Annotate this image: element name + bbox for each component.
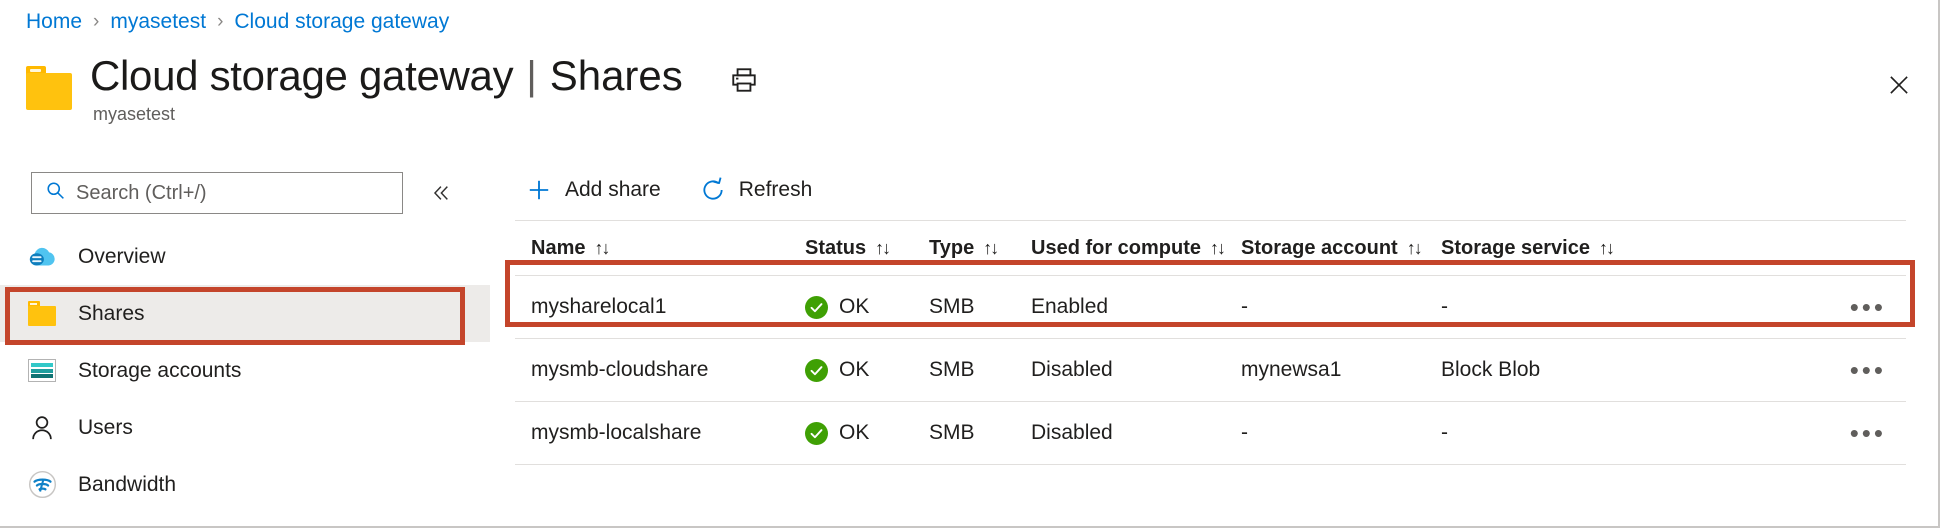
row-actions-button[interactable]: ••• — [1636, 428, 1906, 438]
cell-name[interactable]: mysharelocal1 — [515, 295, 805, 319]
cell-storage-service: - — [1441, 421, 1636, 445]
ellipsis-icon: ••• — [1850, 428, 1886, 438]
column-header-storage-service[interactable]: Storage service ↑↓ — [1441, 237, 1636, 260]
refresh-button[interactable]: Refresh — [699, 176, 813, 204]
refresh-icon — [699, 176, 727, 204]
cell-status: OK — [805, 421, 929, 445]
sort-icon[interactable]: ↑↓ — [875, 238, 889, 259]
sidebar-item-label: Users — [78, 416, 133, 440]
column-header-used-for-compute[interactable]: Used for compute ↑↓ — [1031, 237, 1241, 260]
sidebar-item-users[interactable]: Users — [0, 399, 490, 456]
cell-storage-account: mynewsa1 — [1241, 358, 1441, 382]
cell-storage-account: - — [1241, 295, 1441, 319]
azure-portal-blade: Home › myasetest › Cloud storage gateway… — [0, 0, 1940, 528]
breadcrumb-item-myasetest[interactable]: myasetest — [110, 8, 206, 36]
column-header-label: Name — [531, 237, 585, 260]
status-ok-icon — [805, 422, 828, 445]
sidebar-item-label: Bandwidth — [78, 473, 176, 497]
table-row[interactable]: mysmb-cloudshare OK SMB Disabled mynewsa… — [515, 339, 1906, 401]
cell-name[interactable]: mysmb-localshare — [515, 421, 805, 445]
cell-used-for-compute: Disabled — [1031, 358, 1241, 382]
storage-accounts-icon — [27, 356, 57, 386]
breadcrumb-separator-icon: › — [93, 8, 99, 36]
search-icon — [45, 180, 66, 206]
sidebar-item-label: Storage accounts — [78, 359, 241, 383]
table-row[interactable]: mysharelocal1 OK SMB Enabled - - ••• — [515, 276, 1906, 338]
column-header-label: Storage account — [1241, 237, 1398, 260]
row-actions-button[interactable]: ••• — [1636, 365, 1906, 375]
sort-icon[interactable]: ↑↓ — [983, 238, 997, 259]
refresh-label: Refresh — [739, 178, 813, 202]
folder-icon — [27, 299, 57, 329]
add-share-label: Add share — [565, 178, 661, 202]
sidebar-item-label: Overview — [78, 245, 166, 269]
ellipsis-icon: ••• — [1850, 302, 1886, 312]
search-placeholder: Search (Ctrl+/) — [76, 182, 207, 205]
folder-icon — [26, 66, 72, 110]
cell-status: OK — [805, 358, 929, 382]
breadcrumb-item-home[interactable]: Home — [26, 8, 82, 36]
sort-icon[interactable]: ↑↓ — [594, 238, 608, 259]
close-icon[interactable] — [1882, 68, 1916, 102]
sort-icon[interactable]: ↑↓ — [1407, 238, 1421, 259]
cell-storage-service: - — [1441, 295, 1636, 319]
sidebar-item-overview[interactable]: Overview — [0, 228, 490, 285]
status-ok-icon — [805, 359, 828, 382]
breadcrumb-item-cloud-storage-gateway[interactable]: Cloud storage gateway — [234, 8, 449, 36]
sidebar-item-shares[interactable]: Shares — [0, 285, 490, 342]
sort-icon[interactable]: ↑↓ — [1210, 238, 1224, 259]
sidebar: Search (Ctrl+/) Overview — [0, 160, 490, 526]
cell-type: SMB — [929, 421, 1031, 445]
search-input[interactable]: Search (Ctrl+/) — [31, 172, 403, 214]
table-header-row: Name ↑↓ Status ↑↓ Type ↑↓ Used for compu… — [515, 221, 1906, 275]
column-header-label: Storage service — [1441, 237, 1590, 260]
sidebar-search-row: Search (Ctrl+/) — [0, 160, 490, 214]
status-badge: OK — [839, 358, 869, 382]
cloud-icon — [27, 242, 57, 272]
column-header-label: Used for compute — [1031, 237, 1201, 260]
status-badge: OK — [839, 421, 869, 445]
cell-storage-account: - — [1241, 421, 1441, 445]
column-header-label: Status — [805, 237, 866, 260]
sidebar-item-storage-accounts[interactable]: Storage accounts — [0, 342, 490, 399]
table-row-divider — [515, 464, 1906, 465]
main-content: Add share Refresh Name ↑↓ — [505, 160, 1932, 526]
cell-used-for-compute: Disabled — [1031, 421, 1241, 445]
column-header-label: Type — [929, 237, 974, 260]
cell-status: OK — [805, 295, 929, 319]
column-header-type[interactable]: Type ↑↓ — [929, 237, 1031, 260]
page-subtitle: myasetest — [93, 104, 761, 125]
page-title-separator: | — [526, 54, 536, 99]
shares-table: Name ↑↓ Status ↑↓ Type ↑↓ Used for compu… — [515, 221, 1906, 465]
column-header-storage-account[interactable]: Storage account ↑↓ — [1241, 237, 1441, 260]
breadcrumb-separator-icon: › — [217, 8, 223, 36]
breadcrumb: Home › myasetest › Cloud storage gateway — [26, 8, 449, 36]
print-icon[interactable] — [727, 63, 761, 97]
command-bar: Add share Refresh — [505, 160, 1932, 220]
cell-type: SMB — [929, 295, 1031, 319]
sort-icon[interactable]: ↑↓ — [1599, 238, 1613, 259]
column-header-name[interactable]: Name ↑↓ — [515, 237, 805, 260]
page-header: Cloud storage gateway | Shares myasetest — [26, 52, 761, 125]
cell-storage-service: Block Blob — [1441, 358, 1636, 382]
cell-used-for-compute: Enabled — [1031, 295, 1241, 319]
cell-name[interactable]: mysmb-cloudshare — [515, 358, 805, 382]
plus-icon — [525, 176, 553, 204]
column-header-status[interactable]: Status ↑↓ — [805, 237, 929, 260]
bandwidth-icon — [27, 470, 57, 500]
table-row[interactable]: mysmb-localshare OK SMB Disabled - - ••• — [515, 402, 1906, 464]
chevron-double-left-icon[interactable] — [425, 178, 455, 208]
page-title: Cloud storage gateway — [90, 52, 513, 100]
ellipsis-icon: ••• — [1850, 365, 1886, 375]
user-icon — [27, 413, 57, 443]
sidebar-item-bandwidth[interactable]: Bandwidth — [0, 456, 490, 513]
page-title-section: Shares — [550, 52, 683, 100]
row-actions-button[interactable]: ••• — [1636, 302, 1906, 312]
sidebar-item-label: Shares — [78, 302, 145, 326]
add-share-button[interactable]: Add share — [525, 176, 661, 204]
cell-type: SMB — [929, 358, 1031, 382]
status-ok-icon — [805, 296, 828, 319]
status-badge: OK — [839, 295, 869, 319]
